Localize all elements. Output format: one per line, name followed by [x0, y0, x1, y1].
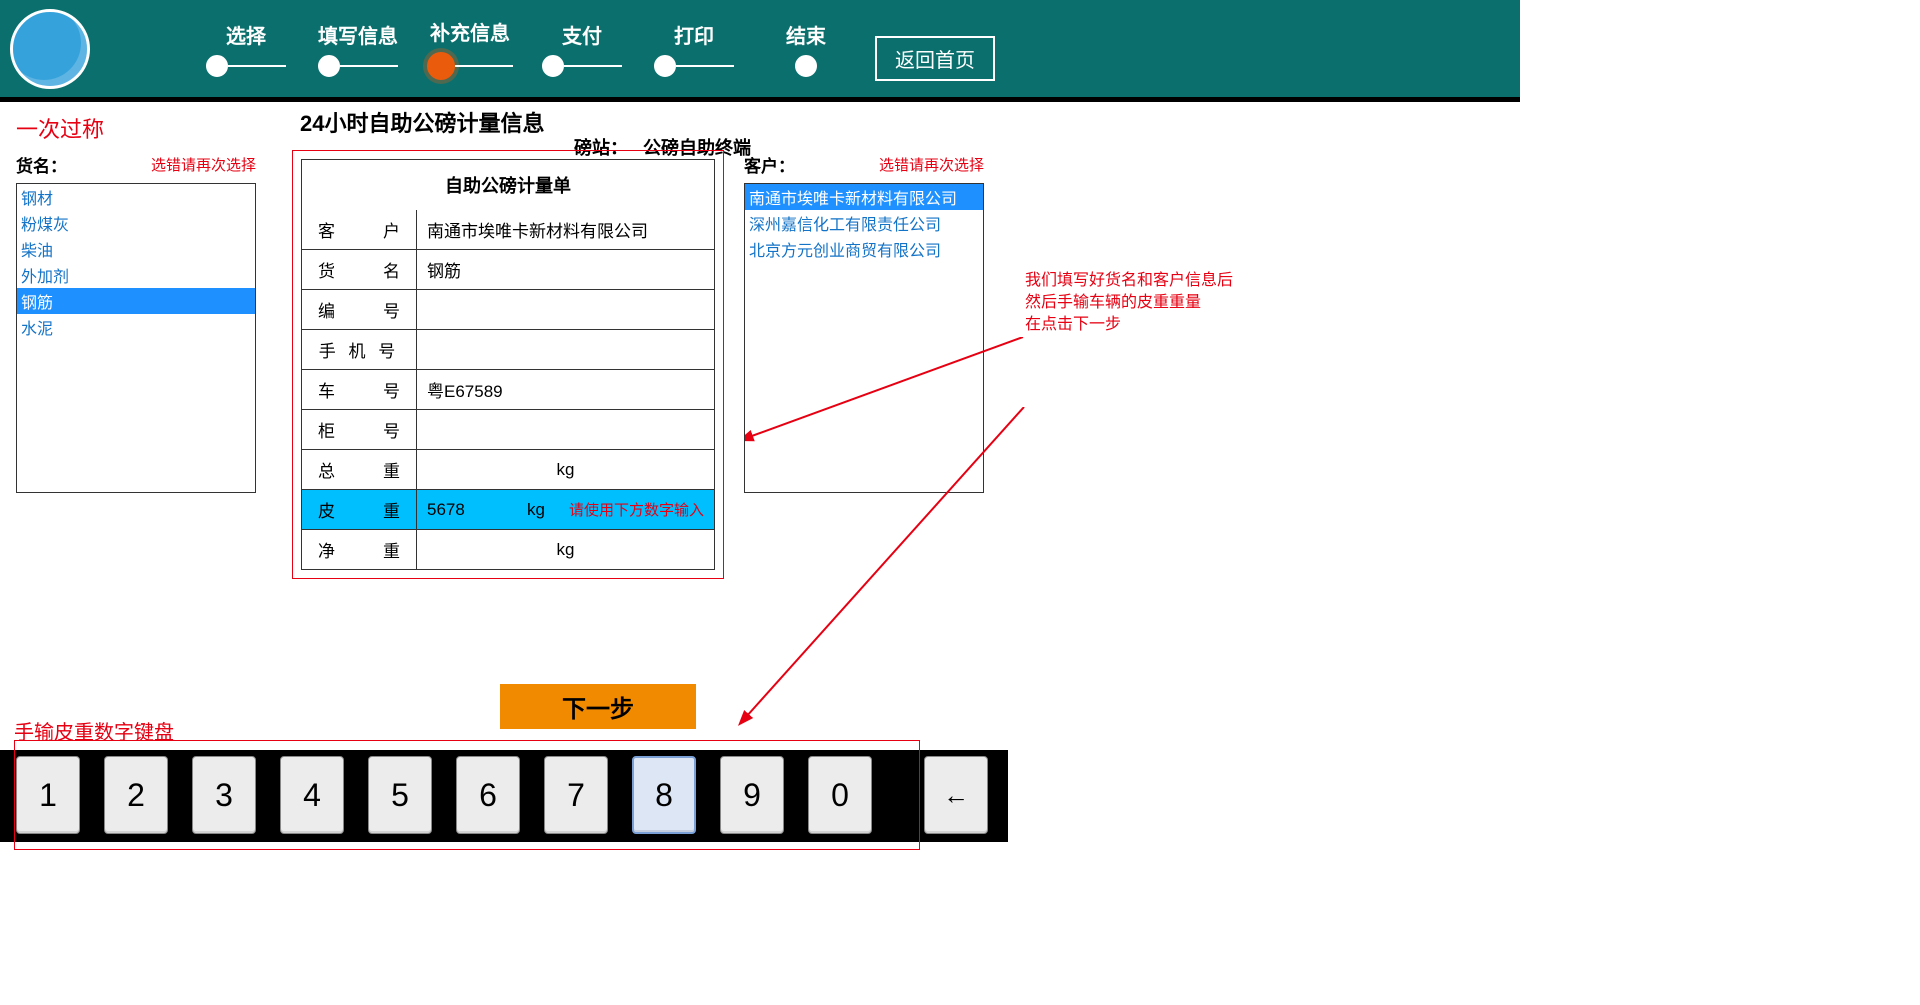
row-serial: 编号 [301, 290, 715, 330]
next-button[interactable]: 下一步 [500, 684, 696, 729]
tare-value[interactable]: 5678 kg 请使用下方数字输入 [417, 490, 714, 529]
key-6[interactable]: 6 [456, 756, 520, 834]
goods-hint: 选错请再次选择 [151, 154, 256, 175]
page-subtitle: 一次过称 [16, 112, 104, 144]
page-title: 24小时自助公磅计量信息 [300, 106, 544, 138]
list-item[interactable]: 钢材 [17, 184, 255, 210]
row-tare[interactable]: 皮重 5678 kg 请使用下方数字输入 [301, 490, 715, 530]
step-label: 打印 [674, 20, 714, 49]
step-bubble-icon [318, 55, 340, 77]
key-7[interactable]: 7 [544, 756, 608, 834]
key-backspace[interactable]: ← [924, 756, 988, 834]
list-item[interactable]: 钢筋 [17, 288, 255, 314]
customer-panel-header: 客户： 选错请再次选择 [744, 152, 984, 177]
goods-panel-header: 货名： 选错请再次选择 [16, 152, 256, 177]
numeric-keyboard: 1 2 3 4 5 6 7 8 9 0 ← [16, 756, 988, 834]
step-select: 选择 [190, 20, 302, 77]
row-phone: 手 机 号 [301, 330, 715, 370]
plate-value[interactable]: 粤E67589 [417, 370, 714, 409]
row-plate: 车号 粤E67589 [301, 370, 715, 410]
step-bubble-icon [795, 55, 817, 77]
list-item[interactable]: 粉煤灰 [17, 210, 255, 236]
step-pay: 支付 [526, 20, 638, 77]
list-item[interactable]: 北京方元创业商贸有限公司 [745, 236, 983, 262]
step-label: 填写信息 [318, 20, 398, 49]
key-0[interactable]: 0 [808, 756, 872, 834]
goods-panel: 货名： 选错请再次选择 钢材 粉煤灰 柴油 外加剂 钢筋 水泥 [16, 152, 256, 493]
container-value[interactable] [417, 410, 714, 449]
annotation-text: 我们填写好货名和客户信息后 然后手输车辆的皮重重量 在点击下一步 [1025, 270, 1233, 336]
customer-label: 客户： [744, 152, 795, 177]
key-4[interactable]: 4 [280, 756, 344, 834]
list-item[interactable]: 水泥 [17, 314, 255, 340]
step-label: 补充信息 [430, 17, 510, 46]
list-item[interactable]: 南通市埃唯卡新材料有限公司 [745, 184, 983, 210]
key-3[interactable]: 3 [192, 756, 256, 834]
step-bubble-icon [206, 55, 228, 77]
header-bar: 选择 填写信息 补充信息 支付 打印 结束 返回首页 [0, 0, 1520, 102]
customer-hint: 选错请再次选择 [879, 154, 984, 175]
key-8[interactable]: 8 [632, 756, 696, 834]
main-content: 一次过称 24小时自助公磅计量信息 磅站： 公磅自助终端 货名： 选错请再次选择… [0, 102, 1520, 762]
step-bubble-icon [654, 55, 676, 77]
customer-value: 南通市埃唯卡新材料有限公司 [417, 210, 714, 249]
phone-value[interactable] [417, 330, 714, 369]
row-customer: 客户 南通市埃唯卡新材料有限公司 [301, 210, 715, 250]
goods-label: 货名： [16, 152, 67, 177]
form-title: 自助公磅计量单 [301, 159, 715, 210]
row-goods: 货名 钢筋 [301, 250, 715, 290]
home-button[interactable]: 返回首页 [875, 36, 995, 81]
step-indicator: 选择 填写信息 补充信息 支付 打印 结束 [190, 17, 862, 80]
serial-value[interactable] [417, 290, 714, 329]
goods-value: 钢筋 [417, 250, 714, 289]
row-gross: 总重 kg [301, 450, 715, 490]
step-label: 支付 [562, 20, 602, 49]
goods-list[interactable]: 钢材 粉煤灰 柴油 外加剂 钢筋 水泥 [16, 183, 256, 493]
step-bubble-icon [427, 52, 455, 80]
app-logo-icon [10, 9, 90, 89]
row-container: 柜号 [301, 410, 715, 450]
customer-list[interactable]: 南通市埃唯卡新材料有限公司 深州嘉信化工有限责任公司 北京方元创业商贸有限公司 [744, 183, 984, 493]
list-item[interactable]: 外加剂 [17, 262, 255, 288]
step-supplement: 补充信息 [414, 17, 526, 80]
step-label: 选择 [226, 20, 266, 49]
key-1[interactable]: 1 [16, 756, 80, 834]
step-finish: 结束 [750, 20, 862, 77]
step-bubble-icon [542, 55, 564, 77]
weighing-form: 自助公磅计量单 客户 南通市埃唯卡新材料有限公司 货名 钢筋 编号 手 机 号 … [292, 150, 724, 579]
step-fill-info: 填写信息 [302, 20, 414, 77]
customer-panel: 客户： 选错请再次选择 南通市埃唯卡新材料有限公司 深州嘉信化工有限责任公司 北… [744, 152, 984, 493]
row-net: 净重 kg [301, 530, 715, 570]
key-9[interactable]: 9 [720, 756, 784, 834]
key-2[interactable]: 2 [104, 756, 168, 834]
step-print: 打印 [638, 20, 750, 77]
step-label: 结束 [786, 20, 826, 49]
key-5[interactable]: 5 [368, 756, 432, 834]
net-value: kg [417, 530, 714, 569]
list-item[interactable]: 柴油 [17, 236, 255, 262]
gross-value: kg [417, 450, 714, 489]
list-item[interactable]: 深州嘉信化工有限责任公司 [745, 210, 983, 236]
tare-hint: 请使用下方数字输入 [569, 499, 704, 520]
